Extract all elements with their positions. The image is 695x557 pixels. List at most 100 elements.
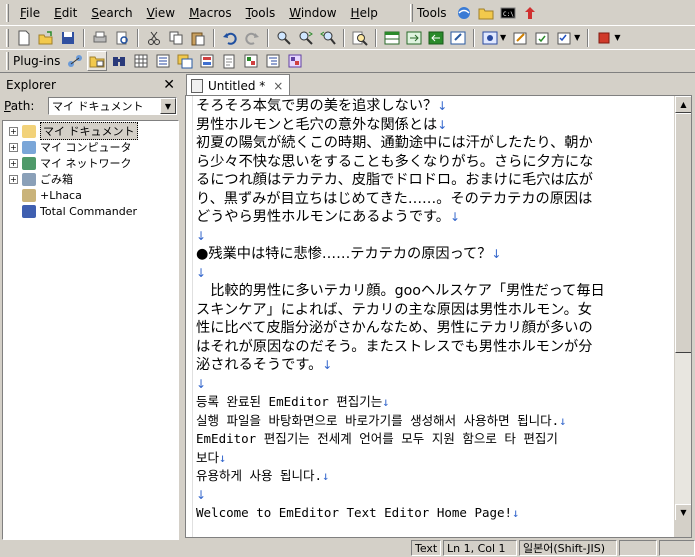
margin-line xyxy=(192,96,193,537)
editor-line: 比較的男性に多いテカリ顔。gooヘルスケア「男性だって毎日 xyxy=(196,282,670,301)
folder-tree[interactable]: + マイ ドキュメント + マイ コンピュータ + マイ ネットワーク + ごみ箱 +Lhaca… xyxy=(2,120,179,540)
return-mark: ↓ xyxy=(196,265,207,280)
editor-line: 실행 파일을 바탕화면으로 바로가기를 생성해서 사용하면 됩니다.↓ xyxy=(196,412,670,431)
find-in-files-icon[interactable] xyxy=(350,28,370,48)
expand-icon[interactable]: + xyxy=(9,142,18,152)
status-mode: Text xyxy=(411,540,441,556)
explorer-title-bar: Explorer ✕ xyxy=(0,75,181,95)
next-window-icon[interactable] xyxy=(404,28,424,48)
editor-text[interactable]: そろそろ本気で男の美を追求しない？↓ 男性ホルモンと毛穴の意外な関係とは↓ 初夏の陽… xyxy=(196,97,670,523)
plugin-html-bar-icon[interactable] xyxy=(285,51,305,71)
tree-item[interactable]: +Lhaca xyxy=(3,187,178,203)
split-window-icon[interactable] xyxy=(382,28,402,48)
return-mark: ↓ xyxy=(449,210,461,224)
plugin-explorer-icon[interactable] xyxy=(87,51,108,71)
menu-tools[interactable]: Tools xyxy=(239,4,283,22)
find-next-icon[interactable] xyxy=(296,28,316,48)
menu-search[interactable]: Search xyxy=(84,4,139,22)
menu-view[interactable]: View xyxy=(140,4,182,22)
previous-window-icon[interactable] xyxy=(426,28,446,48)
new-file-icon[interactable] xyxy=(14,28,34,48)
properties-icon[interactable] xyxy=(532,28,552,48)
plugin-grid-icon[interactable] xyxy=(131,51,151,71)
chevron-down-icon[interactable]: ▼ xyxy=(574,33,580,42)
uninstall-icon[interactable] xyxy=(520,3,540,23)
line-text: 보다 xyxy=(196,449,220,465)
paste-icon[interactable] xyxy=(188,28,208,48)
tree-item[interactable]: + マイ ドキュメント xyxy=(3,122,178,140)
editor-line: 男性ホルモンと毛穴の意外な関係とは↓ xyxy=(196,116,670,135)
path-dropdown[interactable]: マイ ドキュメント ▼ xyxy=(48,97,177,115)
chevron-down-icon[interactable]: ▼ xyxy=(160,98,176,114)
customize-icon[interactable] xyxy=(510,28,530,48)
plugin-outline-icon[interactable] xyxy=(263,51,283,71)
editor-line: 性に比べて皮脂分泌がさかんなため、男性にテカリ顔が多いの xyxy=(196,319,670,338)
chevron-down-icon[interactable]: ▼ xyxy=(614,33,620,42)
tree-item-label: マイ コンピュータ xyxy=(40,141,132,154)
plugin-clipboard-icon[interactable] xyxy=(219,51,239,71)
command-prompt-icon[interactable]: C:\ xyxy=(498,3,518,23)
tree-item[interactable]: + ごみ箱 xyxy=(3,171,178,187)
scroll-down-icon[interactable]: ▼ xyxy=(675,504,691,521)
menu-help[interactable]: Help xyxy=(344,4,385,22)
tab-untitled[interactable]: Untitled * × xyxy=(186,74,290,96)
cut-icon[interactable] xyxy=(144,28,164,48)
menu-window[interactable]: Window xyxy=(282,4,343,22)
tree-item[interactable]: Total Commander xyxy=(3,203,178,219)
plugin-list-icon[interactable] xyxy=(153,51,173,71)
plugin-snippets-icon[interactable] xyxy=(197,51,217,71)
plugin-projects-icon[interactable] xyxy=(175,51,195,71)
scrollbar-thumb[interactable] xyxy=(675,113,691,353)
status-bar: Text Ln 1, Col 1 일본어(Shift-JIS) xyxy=(0,540,695,557)
plugin-network-icon[interactable] xyxy=(65,51,85,71)
editor-line: ↓ xyxy=(196,375,670,394)
print-preview-icon[interactable] xyxy=(112,28,132,48)
separator xyxy=(375,28,377,47)
expand-icon[interactable]: + xyxy=(9,174,18,184)
separator xyxy=(213,28,215,47)
redo-icon[interactable] xyxy=(242,28,262,48)
tree-item[interactable]: + マイ コンピュータ xyxy=(3,139,178,155)
browser-icon[interactable] xyxy=(454,3,474,23)
line-text: Welcome to EmEditor Text Editor Home Pag… xyxy=(196,505,513,520)
new-window-icon[interactable] xyxy=(448,28,468,48)
vertical-scrollbar[interactable]: ▲ ▼ xyxy=(674,96,691,521)
expand-icon[interactable]: + xyxy=(9,126,18,136)
undo-icon[interactable] xyxy=(220,28,240,48)
menu-file[interactable]: File xyxy=(13,4,47,22)
editor-line: 유용하게 사용 됩니다.↓ xyxy=(196,467,670,486)
toolbar-grip[interactable] xyxy=(6,28,9,47)
plugin-word-count-icon[interactable] xyxy=(241,51,261,71)
open-file-icon[interactable] xyxy=(36,28,56,48)
menu-edit[interactable]: Edit xyxy=(47,4,84,22)
print-icon[interactable] xyxy=(90,28,110,48)
copy-icon[interactable] xyxy=(166,28,186,48)
menubar-grip[interactable] xyxy=(6,4,9,22)
close-icon[interactable]: × xyxy=(273,79,283,93)
menu-macros[interactable]: Macros xyxy=(182,4,239,22)
stop-macro-icon[interactable] xyxy=(594,28,614,48)
line-text: 初夏の陽気が続くこの時期、通勤途中には汗がしたたり、朝か xyxy=(196,135,593,151)
editor-line: ↓ xyxy=(196,264,670,283)
text-editor[interactable]: そろそろ本気で男の美を追求しない？↓ 男性ホルモンと毛穴の意外な関係とは↓ 初夏の陽… xyxy=(185,95,692,538)
find-icon[interactable] xyxy=(274,28,294,48)
folder-icon xyxy=(22,188,36,202)
tree-item[interactable]: + マイ ネットワーク xyxy=(3,155,178,171)
scroll-up-icon[interactable]: ▲ xyxy=(675,96,691,113)
return-mark: ↓ xyxy=(437,99,448,113)
editor-line: スキンケア」によれば、テカリの主な原因は男性ホルモン。女 xyxy=(196,301,670,320)
toolbar-grip[interactable] xyxy=(6,52,9,70)
chevron-down-icon[interactable]: ▼ xyxy=(500,33,506,42)
configuration-icon[interactable] xyxy=(480,28,500,48)
save-icon[interactable] xyxy=(58,28,78,48)
tools-grip[interactable] xyxy=(410,4,413,22)
close-icon[interactable]: ✕ xyxy=(163,77,175,93)
return-mark: ↓ xyxy=(437,117,448,132)
plugin-binoculars-icon[interactable] xyxy=(109,51,129,71)
line-text: ら少々不快な思いをすることも多くなりがち。さらに夕方にな xyxy=(196,153,594,170)
checklist-icon[interactable] xyxy=(554,28,574,48)
find-previous-icon[interactable] xyxy=(318,28,338,48)
expand-icon[interactable]: + xyxy=(9,158,18,168)
status-encoding[interactable]: 일본어(Shift-JIS) xyxy=(519,540,617,556)
folder-icon[interactable] xyxy=(476,3,496,23)
